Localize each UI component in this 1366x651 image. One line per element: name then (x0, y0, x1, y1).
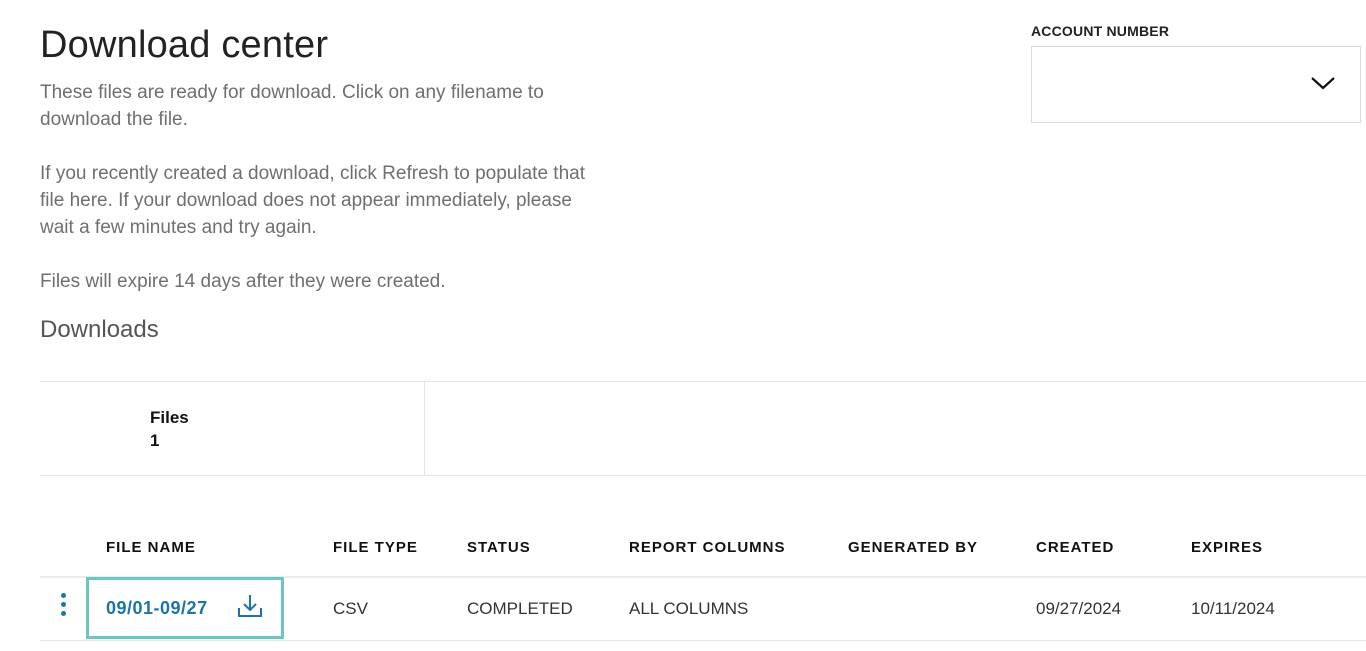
downloads-table-header: FILE NAME FILE TYPE STATUS REPORT COLUMN… (40, 530, 1366, 578)
column-header-created[interactable]: CREATED (1036, 539, 1114, 556)
downloads-heading: Downloads (40, 316, 159, 343)
files-label: Files (150, 408, 189, 427)
expires-cell: 10/11/2024 (1191, 599, 1275, 618)
files-count: 1 (150, 431, 160, 450)
table-row: 09/01-09/27 CSV COMPLETED ALL COLUMNS 09… (40, 577, 1366, 641)
account-number-label: ACCOUNT NUMBER (1031, 23, 1170, 39)
files-summary: Files 1 (40, 381, 1366, 476)
column-header-file-name[interactable]: FILE NAME (106, 539, 196, 556)
account-number-select[interactable] (1031, 46, 1361, 123)
created-cell: 09/27/2024 (1036, 599, 1122, 618)
report-columns-cell: ALL COLUMNS (629, 599, 749, 618)
intro-paragraph: Files will expire 14 days after they wer… (40, 271, 446, 292)
file-type-cell: CSV (333, 599, 368, 618)
column-header-status[interactable]: STATUS (467, 539, 531, 556)
row-actions-kebab-icon[interactable] (58, 593, 68, 619)
intro-paragraph: If you recently created a download, clic… (40, 163, 585, 238)
files-summary-cell: Files 1 (40, 382, 425, 475)
download-center-page: Download center These files are ready fo… (0, 0, 1366, 651)
column-header-file-type[interactable]: FILE TYPE (333, 539, 418, 556)
column-header-report-columns[interactable]: REPORT COLUMNS (629, 539, 786, 556)
status-cell: COMPLETED (467, 599, 573, 618)
column-header-generated-by[interactable]: GENERATED BY (848, 539, 978, 556)
file-download-link[interactable]: 09/01-09/27 (86, 577, 284, 639)
file-name-link[interactable]: 09/01-09/27 (106, 598, 208, 619)
download-icon[interactable] (237, 593, 263, 619)
intro-paragraph: These files are ready for download. Clic… (40, 82, 544, 130)
intro-text: These files are ready for download. Clic… (40, 79, 600, 295)
chevron-down-icon (1311, 77, 1335, 90)
column-header-expires[interactable]: EXPIRES (1191, 539, 1263, 556)
page-title: Download center (40, 24, 329, 66)
